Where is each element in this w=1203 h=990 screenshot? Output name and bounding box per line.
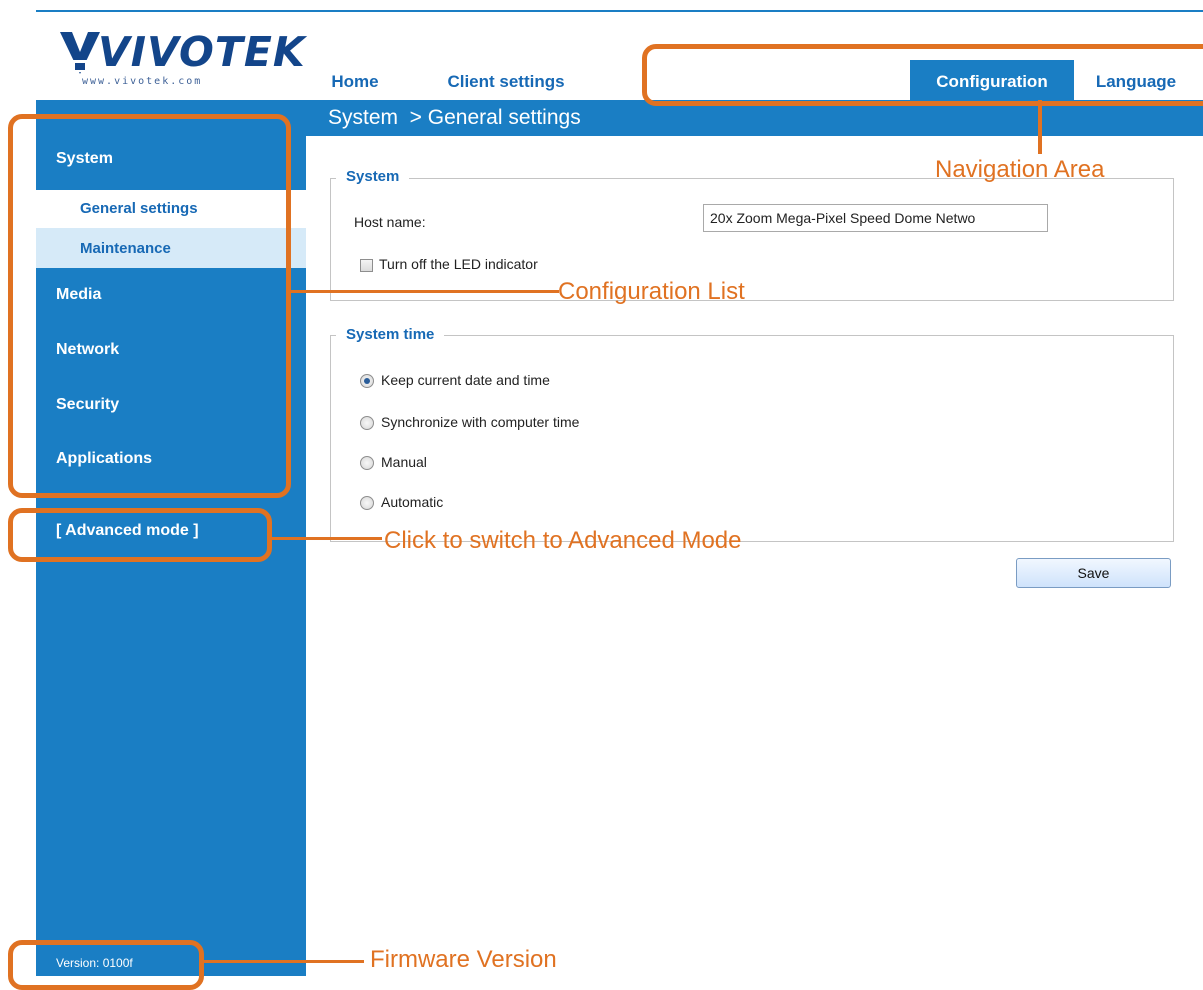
radio-keep-current[interactable] [360,374,374,388]
breadcrumb: System > General settings [328,106,581,129]
annotation-firmware-line [204,960,364,963]
brand-name: VIVOTEK [98,28,306,76]
nav-client-settings[interactable]: Client settings [404,60,608,100]
annotation-nav-text: Navigation Area [935,156,1105,183]
radio-sync-computer-label: Synchronize with computer time [381,414,580,430]
annotation-config-text: Configuration List [558,278,745,305]
led-checkbox-label: Turn off the LED indicator [379,256,538,272]
annotation-advanced-text: Click to switch to Advanced Mode [384,527,742,554]
led-checkbox[interactable] [360,259,373,272]
host-name-label: Host name: [354,214,426,230]
radio-automatic[interactable] [360,496,374,510]
vivotek-logo-icon [60,32,100,74]
nav-home[interactable]: Home [306,60,404,100]
annotation-config-line [291,290,559,293]
annotation-advanced-box [8,508,272,562]
save-button[interactable]: Save [1016,558,1171,588]
brand-url: www.vivotek.com [82,76,203,87]
annotation-firmware-text: Firmware Version [370,946,557,973]
system-legend: System [336,168,410,185]
radio-keep-current-label: Keep current date and time [381,372,550,388]
host-name-input[interactable]: 20x Zoom Mega-Pixel Speed Dome Netwo [703,204,1048,232]
radio-sync-computer[interactable] [360,416,374,430]
radio-manual[interactable] [360,456,374,470]
annotation-config-box [8,114,291,498]
radio-automatic-label: Automatic [381,494,444,510]
annotation-firmware-box [8,940,204,990]
annotation-nav-box [642,44,1203,106]
vivotek-logo: VIVOTEK www.vivotek.com [58,28,305,92]
radio-manual-label: Manual [381,454,427,470]
system-time-fieldset [330,335,1174,542]
annotation-nav-line [1038,100,1042,154]
system-fieldset [330,178,1174,301]
annotation-advanced-line [272,537,382,540]
system-time-legend: System time [336,326,445,343]
